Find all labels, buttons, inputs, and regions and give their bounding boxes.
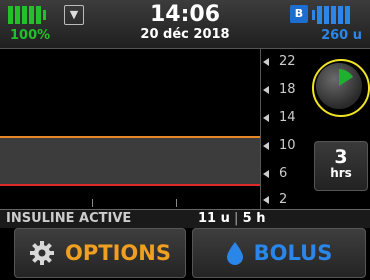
target-range-band xyxy=(0,136,260,184)
active-insulin-label: INSULINE ACTIVE xyxy=(6,211,132,226)
y-axis: 22 18 14 10 6 2 xyxy=(260,49,309,209)
time-tick xyxy=(176,199,177,207)
graph-hours-unit: hrs xyxy=(330,166,352,180)
active-insulin-value: 11 u | 5 h xyxy=(198,211,266,226)
y-axis-label: 22 xyxy=(261,54,309,69)
active-insulin-amount: 11 u xyxy=(198,211,230,226)
active-insulin-duration: 5 h xyxy=(242,211,266,226)
graph-hours-value: 3 xyxy=(334,146,348,168)
time-tick xyxy=(92,199,93,207)
status-bar: ▼ 100% 14:06 20 déc 2018 B 260 u xyxy=(0,0,370,49)
glucose-graph[interactable] xyxy=(0,49,260,209)
sensor-dial-icon[interactable] xyxy=(316,63,362,109)
y-axis-label: 10 xyxy=(261,138,309,153)
y-axis-label: 6 xyxy=(261,166,309,181)
bluetooth-badge: B xyxy=(290,5,308,23)
target-high-line xyxy=(0,136,260,138)
bolus-label: BOLUS xyxy=(253,241,333,265)
options-button[interactable]: OPTIONS xyxy=(14,228,186,278)
side-controls: 3 hrs xyxy=(308,49,370,209)
y-axis-label: 18 xyxy=(261,82,309,97)
bolus-button[interactable]: BOLUS xyxy=(192,228,366,278)
options-label: OPTIONS xyxy=(65,241,171,265)
pump-screen: ▼ 100% 14:06 20 déc 2018 B 260 u 22 18 1… xyxy=(0,0,370,280)
reservoir-units: 260 u xyxy=(321,28,362,43)
clock-date: 20 déc 2018 xyxy=(140,27,230,42)
gear-icon xyxy=(30,241,55,265)
y-axis-label: 14 xyxy=(261,110,309,125)
reservoir-icon xyxy=(312,6,350,24)
target-low-line xyxy=(0,184,260,186)
active-insulin-bar: INSULINE ACTIVE 11 u | 5 h xyxy=(0,209,370,228)
y-axis-label: 2 xyxy=(261,192,309,207)
graph-hours-button[interactable]: 3 hrs xyxy=(314,141,368,191)
drop-icon xyxy=(226,242,243,265)
